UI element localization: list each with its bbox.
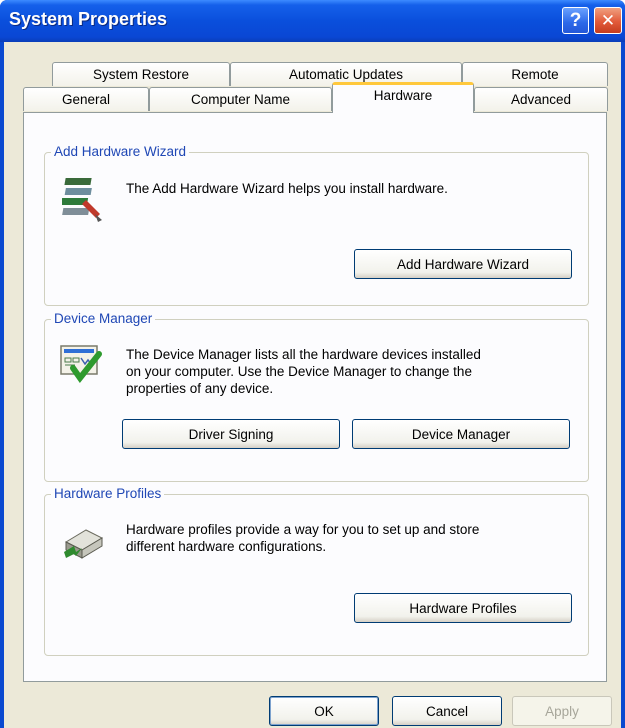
window-title: System Properties [9, 9, 168, 29]
tab-computer-name[interactable]: Computer Name [149, 87, 332, 111]
group-label-add-hardware-wizard: Add Hardware Wizard [51, 144, 190, 159]
driver-signing-button[interactable]: Driver Signing [122, 419, 340, 449]
device-manager-description-line-1: The Device Manager lists all the hardwar… [126, 347, 481, 362]
help-button[interactable]: ? [562, 7, 589, 34]
hardware-profiles-group: Hardware Profiles Hardware profiles prov… [44, 486, 589, 656]
hardware-profiles-icon [64, 529, 104, 559]
dialog-client-area: System Restore Automatic Updates Remote … [4, 42, 621, 728]
ok-button[interactable]: OK [269, 696, 379, 726]
tab-remote[interactable]: Remote [462, 62, 608, 86]
add-hardware-wizard-description: The Add Hardware Wizard helps you instal… [126, 181, 448, 196]
tab-advanced[interactable]: Advanced [474, 87, 608, 111]
tab-hardware[interactable]: Hardware [332, 82, 474, 113]
help-icon: ? [569, 9, 582, 31]
group-label-device-manager: Device Manager [51, 311, 156, 326]
tab-general[interactable]: General [23, 87, 149, 111]
device-manager-description-line-2: on your computer. Use the Device Manager… [126, 364, 472, 379]
group-label-hardware-profiles: Hardware Profiles [51, 486, 165, 501]
hardware-profiles-button[interactable]: Hardware Profiles [354, 593, 572, 623]
close-icon: ✕ [600, 10, 616, 30]
device-manager-icon [60, 345, 102, 384]
close-button[interactable]: ✕ [594, 7, 622, 34]
hardware-profiles-description-line-2: different hardware configurations. [126, 539, 327, 554]
tab-system-restore[interactable]: System Restore [52, 62, 230, 86]
cancel-button[interactable]: Cancel [392, 696, 502, 726]
apply-button: Apply [512, 696, 612, 726]
system-properties-window: System Properties ? ✕ System Restore Aut… [0, 0, 625, 728]
add-hardware-wizard-group: Add Hardware Wizard The Add Hardware Wiz… [44, 144, 589, 306]
device-manager-group: Device Manager The Device Manager lists … [44, 311, 589, 482]
add-hardware-wizard-icon [62, 178, 102, 222]
device-manager-button[interactable]: Device Manager [352, 419, 570, 449]
hardware-tab-panel: Add Hardware Wizard The Add Hardware Wiz… [23, 112, 607, 682]
device-manager-description-line-3: properties of any device. [126, 381, 274, 396]
add-hardware-wizard-button[interactable]: Add Hardware Wizard [354, 249, 572, 279]
title-bar[interactable]: System Properties ? ✕ [0, 0, 625, 42]
hardware-profiles-description-line-1: Hardware profiles provide a way for you … [126, 522, 480, 537]
